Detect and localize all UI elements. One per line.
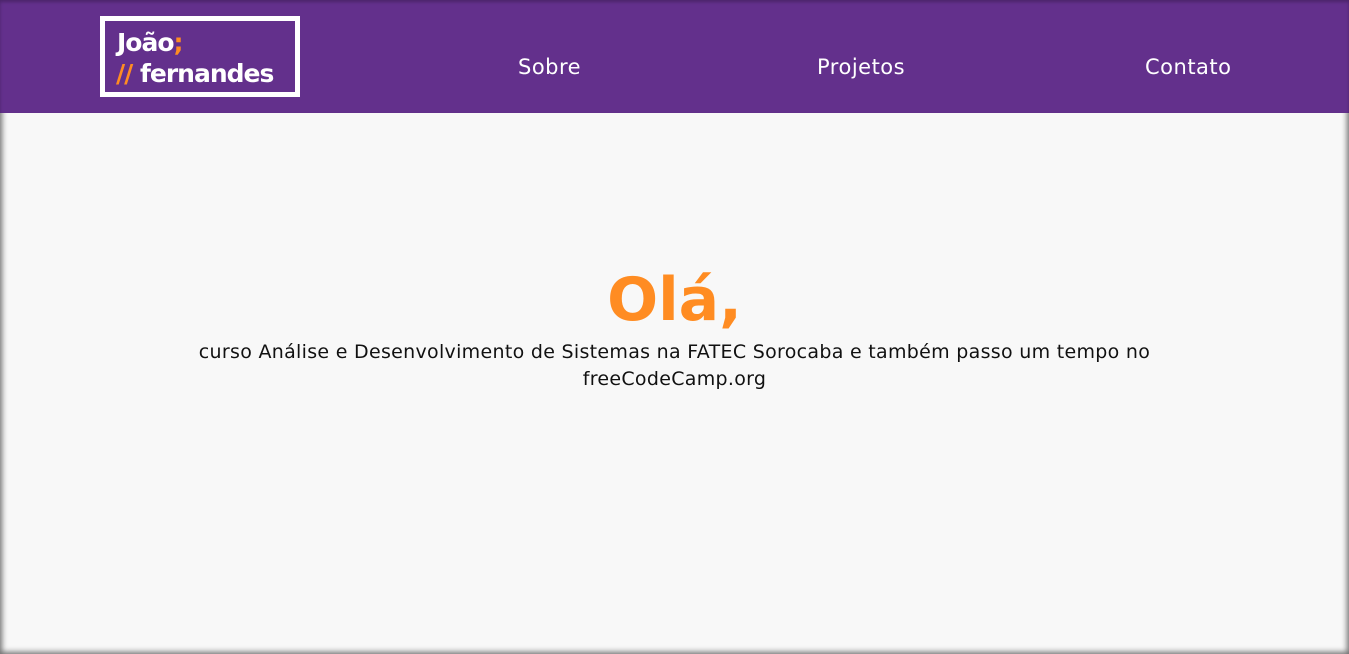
logo-comment-slashes: // bbox=[116, 59, 133, 88]
nav-link-contato[interactable]: Contato bbox=[1145, 55, 1232, 79]
site-logo[interactable]: João; // fernandes bbox=[100, 16, 300, 97]
hero-greeting: Olá, bbox=[607, 265, 742, 335]
hero-description: curso Análise e Desenvolvimento de Siste… bbox=[198, 341, 1151, 390]
nav-link-sobre[interactable]: Sobre bbox=[518, 55, 581, 79]
nav-link-projetos[interactable]: Projetos bbox=[817, 55, 905, 79]
logo-line-second: // fernandes bbox=[116, 59, 274, 88]
navbar: João; // fernandes Sobre Projetos Contat… bbox=[0, 0, 1349, 113]
logo-line-first: João; bbox=[117, 28, 184, 57]
logo-first-name: João bbox=[117, 28, 175, 57]
page: João; // fernandes Sobre Projetos Contat… bbox=[0, 0, 1349, 654]
logo-semicolon: ; bbox=[173, 28, 184, 57]
logo-last-name: fernandes bbox=[139, 59, 274, 88]
